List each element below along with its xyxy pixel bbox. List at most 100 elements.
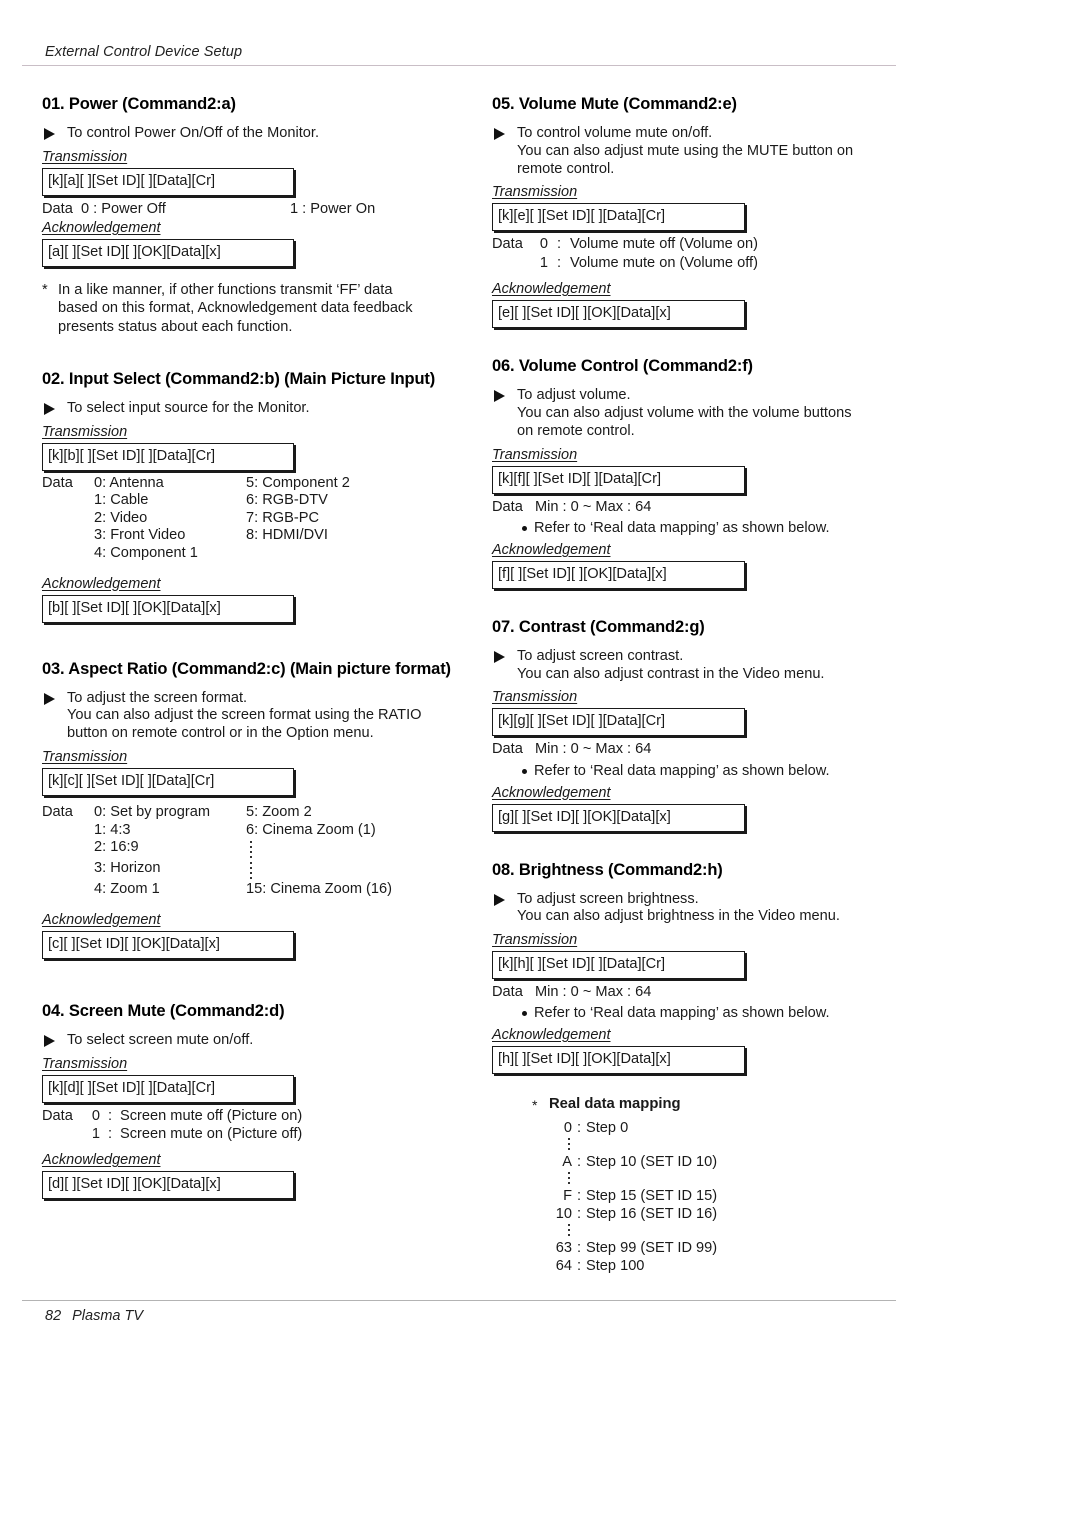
acknowledgement-command-box: [a][ ][Set ID][ ][OK][Data][x] [42,239,294,268]
mapping-separator: : [576,1206,582,1223]
vertical-ellipsis-icon [568,1223,570,1239]
description-line: To adjust volume. [517,387,631,404]
section-02-input-select: 02. Input Select (Command2:b) (Main Pict… [42,370,462,623]
data-key: 0 [539,236,548,253]
data-option: 0: Set by program [94,803,210,820]
left-column: 01. Power (Command2:a) To control Power … [42,95,462,1203]
section-title: 02. Input Select (Command2:b) (Main Pict… [42,369,436,388]
transmission-label: Transmission [42,148,128,165]
section-title: 08. Brightness (Command2:h) [492,860,723,879]
data-value: Volume mute off (Volume on) [570,236,758,253]
data-option: 3: Front Video [94,527,186,544]
data-option: 1: Cable [94,492,149,509]
transmission-command-box: [k][b][ ][Set ID][ ][Data][Cr] [42,442,294,471]
transmission-label: Transmission [492,184,578,201]
description-line: on remote control. [517,422,635,439]
refer-note: Refer to ‘Real data mapping’ as shown be… [492,762,892,780]
data-label: Data [42,474,73,491]
power-off-value: Power Off [101,200,166,217]
transmission-command-box: [k][d][ ][Set ID][ ][Data][Cr] [42,1074,294,1103]
vertical-ellipsis-icon [250,841,252,859]
page-footer: 82 Plasma TV [22,1300,896,1324]
bullet-dot-icon [522,1011,527,1017]
acknowledgement-label: Acknowledgement [42,220,161,237]
list-item: A : Step 10 (SET ID 10) [546,1153,892,1172]
acknowledgement-command-box: [c][ ][Set ID][ ][OK][Data][x] [42,930,294,959]
refer-note: Refer to ‘Real data mapping’ as shown be… [492,519,892,537]
triangle-bullet-icon [44,692,55,705]
description-line: remote control. [517,160,615,177]
data-option: 0: Antenna [94,474,164,491]
triangle-bullet-icon [494,893,505,906]
list-item: 63 : Step 99 (SET ID 99) [546,1239,892,1258]
table-row: 4: Component 1 [42,545,462,563]
table-row: Data 0 : Screen mute off (Picture on) [42,1107,462,1125]
section-title: 03. Aspect Ratio (Command2:c) (Main pict… [42,659,451,678]
power-off-key: 0 [80,200,90,217]
list-item: F : Step 15 (SET ID 15) [546,1187,892,1206]
section-08-brightness: 08. Brightness (Command2:h) To adjust sc… [492,861,892,1075]
mapping-separator: : [576,1258,582,1275]
mapping-value: Step 15 (SET ID 15) [586,1187,718,1204]
data-option: 5: Component 2 [246,474,350,491]
data-option: 2: Video [94,509,148,526]
real-data-mapping-title-text: Real data mapping [549,1096,681,1113]
table-row: 1: Cable 6: RGB-DTV [42,492,462,510]
mapping-separator: : [576,1239,582,1256]
transmission-command-box: [k][g][ ][Set ID][ ][Data][Cr] [492,708,745,737]
mapping-separator: : [576,1153,582,1170]
data-label: Data [42,200,73,217]
mapping-separator: : [576,1120,582,1137]
vertical-ellipsis-icon [568,1137,570,1153]
table-row: Data 0: Set by program 5: Zoom 2 [42,804,462,822]
data-option: 7: RGB-PC [246,509,319,526]
transmission-command-box: [k][a][ ][Set ID][ ][Data][Cr] [42,167,294,196]
table-row: 1 : Volume mute on (Volume off) [492,254,892,272]
table-row: 4: Zoom 1 15: Cinema Zoom (16) [42,881,462,899]
right-column: 05. Volume Mute (Command2:e) To control … [492,95,892,1276]
power-on-value: Power On [310,200,376,217]
table-row: 3: Horizon [42,860,462,881]
description-line: You can also adjust mute using the MUTE … [517,142,854,159]
ellipsis-spacer [246,860,252,881]
transmission-label: Transmission [492,689,578,706]
ellipsis-spacer [246,839,252,860]
power-data-row: Data 0 : Power Off 1 : Power On [42,200,462,218]
acknowledgement-command-box: [h][ ][Set ID][ ][OK][Data][x] [492,1046,745,1075]
data-range-line: Data Min : 0 ~ Max : 64 [492,984,652,1001]
power-data-off: Data 0 : Power Off [42,200,166,217]
page-header: External Control Device Setup [22,44,896,66]
data-value: Volume mute on (Volume off) [570,254,758,271]
table-row: 1 : Screen mute on (Picture off) [42,1125,462,1143]
description-line: To adjust the screen format. [67,689,248,706]
transmission-label: Transmission [42,748,128,765]
data-value: Screen mute off (Picture on) [120,1107,303,1124]
acknowledgement-command-box: [f][ ][Set ID][ ][OK][Data][x] [492,560,745,589]
data-option: 6: Cinema Zoom (1) [246,821,376,838]
section-01-power: 01. Power (Command2:a) To control Power … [42,95,462,336]
table-row: Data 0: Antenna 5: Component 2 [42,475,462,493]
asterisk-icon: * [532,1097,538,1114]
section-title: 04. Screen Mute (Command2:d) [42,1001,285,1020]
data-label: Data [42,803,73,820]
bullet-dot-icon [522,525,527,531]
triangle-bullet-icon [494,128,505,140]
description-line: To select screen mute on/off. [67,1031,254,1048]
volume-mute-data-rows: Data 0 : Volume mute off (Volume on) 1 :… [492,235,892,272]
section-07-contrast: 07. Contrast (Command2:g) To adjust scre… [492,618,892,832]
power-data-on: 1 : Power On [290,200,376,217]
description-line: You can also adjust the screen format us… [67,707,422,724]
section-03-aspect-ratio: 03. Aspect Ratio (Command2:c) (Main pict… [42,660,462,959]
section-description: To select screen mute on/off. [42,1032,462,1050]
description-line: To control volume mute on/off. [517,125,713,141]
refer-note-text: Refer to ‘Real data mapping’ as shown be… [534,519,830,536]
table-row: 3: Front Video 8: HDMI/DVI [42,527,462,545]
footer-text: 82 Plasma TV [22,1301,896,1324]
